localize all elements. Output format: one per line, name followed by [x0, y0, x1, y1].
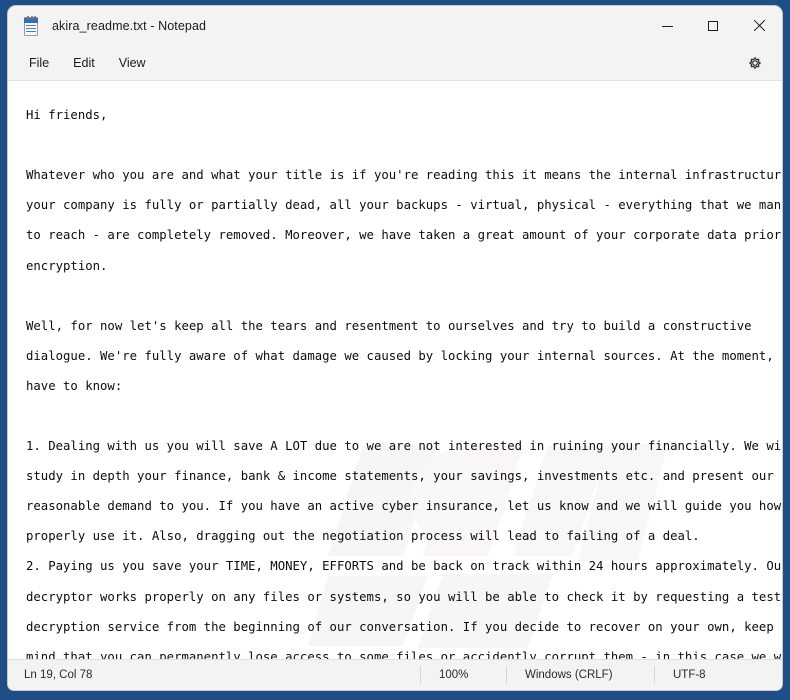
status-line-ending[interactable]: Windows (CRLF) — [506, 666, 654, 684]
doc-line: to reach - are completely removed. Moreo… — [26, 228, 782, 243]
doc-line: encryption. — [26, 258, 108, 273]
menu-item-edit[interactable]: Edit — [62, 51, 106, 75]
menu-bar: File Edit View — [8, 46, 782, 81]
window-title: akira_readme.txt - Notepad — [52, 19, 207, 33]
doc-line: Whatever who you are and what your title… — [26, 168, 782, 183]
menu-items: File Edit View — [8, 51, 157, 75]
doc-line: decryption service from the beginning of… — [26, 619, 782, 634]
maximize-button[interactable] — [690, 6, 736, 46]
title-bar-left: akira_readme.txt - Notepad — [8, 15, 207, 36]
doc-line: study in depth your finance, bank & inco… — [26, 469, 774, 484]
doc-line: 2. Paying us you save your TIME, MONEY, … — [26, 559, 782, 574]
close-button[interactable] — [736, 6, 782, 46]
notepad-icon — [22, 15, 40, 36]
text-editor[interactable]: Hi friends, Whatever who you are and wha… — [8, 81, 782, 659]
title-bar[interactable]: akira_readme.txt - Notepad — [8, 6, 782, 46]
menu-item-file[interactable]: File — [18, 51, 60, 75]
doc-line: mind that you can permanently lose acces… — [26, 649, 782, 659]
doc-line: Hi friends, — [26, 108, 108, 123]
status-bar: Ln 19, Col 78 100% Windows (CRLF) UTF-8 — [8, 659, 782, 690]
doc-line: decryptor works properly on any files or… — [26, 589, 782, 604]
status-encoding[interactable]: UTF-8 — [654, 666, 782, 684]
desktop-background: akira_readme.txt - Notepad File Edit Vie… — [0, 0, 790, 700]
settings-button[interactable] — [742, 50, 768, 76]
doc-line: Well, for now let's keep all the tears a… — [26, 318, 752, 333]
doc-line: dialogue. We're fully aware of what dama… — [26, 348, 782, 363]
close-icon — [753, 20, 765, 32]
doc-line: reasonable demand to you. If you have an… — [26, 499, 782, 514]
doc-line: have to know: — [26, 378, 123, 393]
gear-icon — [749, 57, 761, 69]
window-controls — [644, 6, 782, 46]
status-position: Ln 19, Col 78 — [24, 669, 93, 681]
doc-line: properly use it. Also, dragging out the … — [26, 529, 700, 544]
document-text[interactable]: Hi friends, Whatever who you are and wha… — [8, 81, 782, 659]
maximize-icon — [708, 21, 718, 31]
notepad-window: akira_readme.txt - Notepad File Edit Vie… — [8, 6, 782, 690]
doc-line: your company is fully or partially dead,… — [26, 198, 782, 213]
menu-item-view[interactable]: View — [108, 51, 157, 75]
status-zoom[interactable]: 100% — [420, 666, 506, 684]
doc-line: 1. Dealing with us you will save A LOT d… — [26, 439, 782, 454]
minimize-icon — [661, 25, 673, 27]
minimize-button[interactable] — [644, 6, 690, 46]
